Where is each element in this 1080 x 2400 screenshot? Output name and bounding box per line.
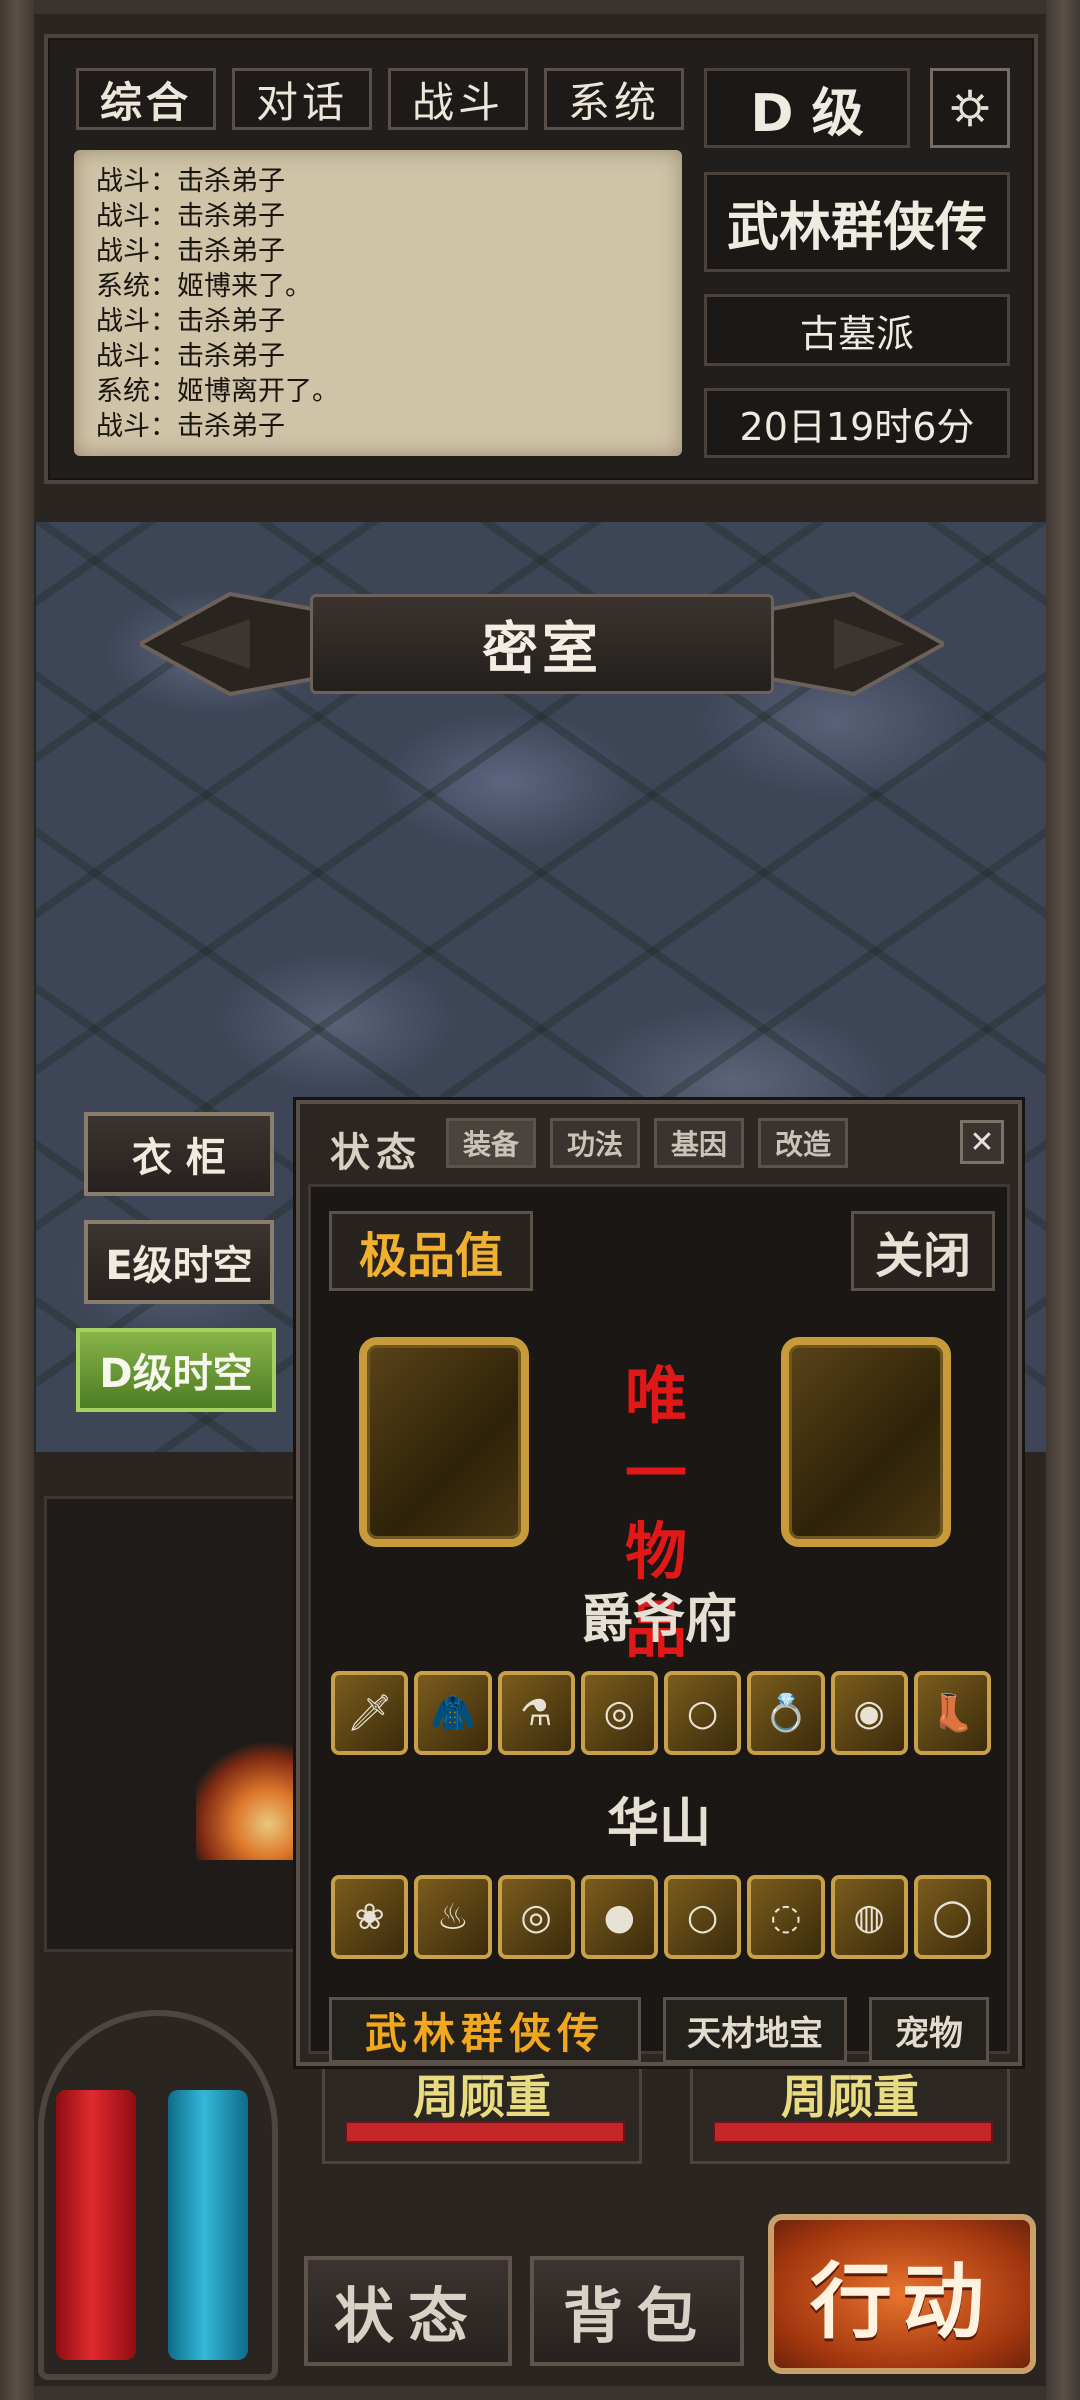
frame-pillar-right [1046,0,1080,2400]
set-title: 爵爷府 [580,1590,737,1650]
message-log[interactable]: 战斗：击杀弟子 战斗：击杀弟子 战斗：击杀弟子 系统：姬博来了。 战斗：击杀弟子… [74,150,682,456]
enemy-name: 周顾重 [781,2070,919,2124]
cape-icon[interactable]: 🧥 [414,1671,492,1755]
close-button[interactable]: 关闭 [851,1211,995,1291]
equipment-slot-left[interactable] [359,1337,529,1547]
herb-icon[interactable]: ❀ [331,1875,409,1959]
dialog-close-button[interactable]: ✕ [960,1120,1004,1164]
log-line: 系统：姬博来了。 [96,271,312,302]
log-line: 战斗：击杀弟子 [96,306,285,337]
game-time: 20日19时6分 [704,388,1010,458]
tab-skills[interactable]: 功法 [550,1118,640,1168]
d-space-button[interactable]: D级时空 [76,1328,276,1412]
tab-genes[interactable]: 基因 [654,1118,744,1168]
item-row: ❀ ♨ ◎ ● ○ ◌ ◍ ◯ [331,1875,991,1959]
quality-value-button[interactable]: 极品值 [329,1211,533,1291]
set-title: 华山 [606,1794,711,1854]
ring-icon[interactable]: ○ [664,1875,742,1959]
potion-icon[interactable]: ⚗ [497,1671,575,1755]
rank-badge: D 级 [704,68,910,148]
close-icon: ✕ [969,1124,995,1160]
robe-icon[interactable]: ♨ [414,1875,492,1959]
enemy-card[interactable]: 周顾重 [322,2058,642,2164]
gauge-frame [38,2010,278,2380]
log-line: 系统：姬博离开了。 [96,376,339,407]
ring-icon[interactable]: ○ [664,1671,742,1755]
category-pets[interactable]: 宠物 [869,1997,989,2063]
e-space-button[interactable]: E级时空 [84,1220,274,1304]
tab-modify[interactable]: 改造 [758,1118,848,1168]
tab-all[interactable]: 综合 [76,68,216,130]
tab-combat[interactable]: 战斗 [388,68,528,130]
info-panel: 综合 对话 战斗 系统 战斗：击杀弟子 战斗：击杀弟子 战斗：击杀弟子 系统：姬… [44,34,1038,484]
bag-button[interactable]: 背包 [530,2256,744,2366]
tab-dialogue[interactable]: 对话 [232,68,372,130]
status-dialog: 状态 装备 功法 基因 改造 ✕ 极品值 关闭 唯一物品 爵爷府 🗡 🧥 ⚗ ◎… [296,1100,1022,2066]
item-row: 🗡 🧥 ⚗ ◎ ○ 💍 ◉ 👢 [331,1671,991,1755]
log-line: 战斗：击杀弟子 [96,166,285,197]
sect-label: 古墓派 [704,294,1010,366]
equipment-slot-right[interactable] [781,1337,951,1547]
pouch-icon[interactable]: ◍ [830,1875,908,1959]
boots-icon[interactable]: 👢 [913,1671,991,1755]
location-name: 密室 [310,594,774,694]
log-line: 战斗：击杀弟子 [96,236,285,267]
category-treasures[interactable]: 天材地宝 [663,1997,847,2063]
enemy-name: 周顾重 [413,2070,551,2124]
log-line: 战斗：击杀弟子 [96,201,285,232]
enemy-card[interactable]: 周顾重 [690,2058,1010,2164]
category-wulin[interactable]: 武林群侠传 [329,1997,641,2063]
banner-wing-right-icon [744,591,944,697]
ring-icon[interactable]: 💍 [747,1671,825,1755]
gear-icon [951,89,989,127]
sword-icon[interactable]: 🗡 [331,1671,409,1755]
dialog-title: 状态 [330,1130,422,1176]
bracelet-icon[interactable]: ◎ [497,1875,575,1959]
tab-system[interactable]: 系统 [544,68,684,130]
ring-icon[interactable]: ◯ [913,1875,991,1959]
enemy-hp-bar [345,2121,625,2143]
frame-pillar-left [0,0,34,2400]
orb-icon[interactable]: ● [580,1875,658,1959]
wardrobe-button[interactable]: 衣 柜 [84,1112,274,1196]
log-line: 战斗：击杀弟子 [96,411,285,442]
character-view [44,1496,310,1952]
status-button[interactable]: 状态 [304,2256,512,2366]
enemy-hp-bar [713,2121,993,2143]
game-title: 武林群侠传 [704,172,1010,272]
log-line: 战斗：击杀弟子 [96,341,285,372]
bracelet-icon[interactable]: ◎ [580,1671,658,1755]
tab-equipment[interactable]: 装备 [446,1118,536,1168]
vitals-gauge [38,2010,278,2380]
location-banner: 密室 [140,584,944,704]
bracelet-icon[interactable]: ◌ [747,1875,825,1959]
equipment-panel: 极品值 关闭 唯一物品 爵爷府 🗡 🧥 ⚗ ◎ ○ 💍 ◉ 👢 华山 ❀ ♨ ◎… [308,1184,1010,2063]
settings-button[interactable] [930,68,1010,148]
amulet-icon[interactable]: ◉ [830,1671,908,1755]
action-button[interactable]: 行动 [768,2214,1036,2374]
